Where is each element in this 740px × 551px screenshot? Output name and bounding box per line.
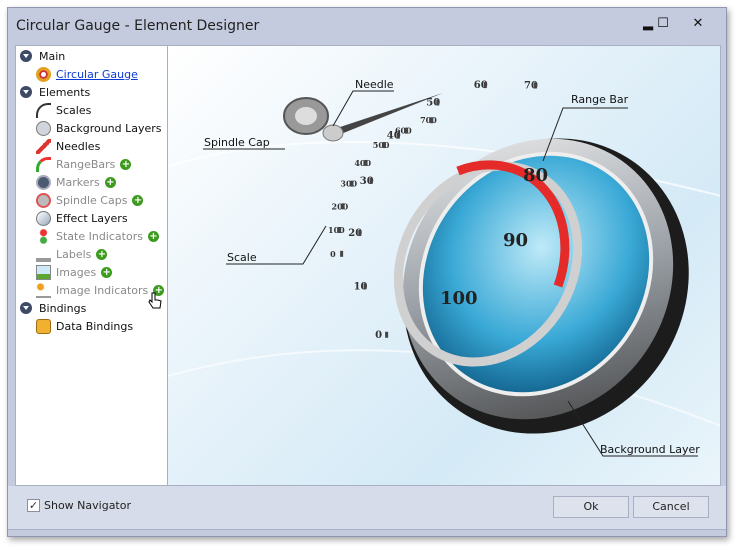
element-navigator: Main Circular Gauge Elements Scales Backg… — [15, 45, 168, 486]
callout-needle: Needle — [355, 78, 394, 91]
add-icon[interactable]: + — [104, 176, 116, 188]
back-scale-label: 500 — [373, 140, 390, 150]
circular-gauge-icon — [36, 66, 51, 82]
nav-item-label: Scales — [56, 103, 92, 117]
maximize-button[interactable]: ☐ — [651, 16, 675, 34]
background-layers-icon — [36, 120, 51, 136]
nav-item-background-layers[interactable]: Background Layers — [36, 119, 162, 137]
nav-item-label: RangeBars — [56, 157, 116, 171]
scale-tick — [340, 250, 344, 257]
effect-layers-icon — [36, 210, 51, 226]
nav-item-label: Background Layers — [56, 121, 162, 135]
scale-tick — [338, 227, 342, 234]
nav-item-image-indicators[interactable]: Image Indicators + — [36, 281, 165, 299]
scale-tick — [364, 159, 368, 166]
footer-bar: ✓ Show Navigator Ok Cancel — [8, 486, 726, 530]
scale-tick — [436, 99, 440, 106]
scale-tick — [385, 331, 389, 338]
back-scale-label: 400 — [354, 158, 371, 168]
back-scale-label: 100 — [328, 225, 345, 235]
spindle-cap — [283, 97, 344, 142]
markers-icon — [36, 174, 51, 190]
back-scale-label: 300 — [340, 179, 357, 189]
callout-scale: Scale — [227, 251, 257, 264]
add-icon[interactable]: + — [120, 158, 132, 170]
nav-item-label[interactable]: Circular Gauge — [56, 68, 138, 81]
ok-button[interactable]: Ok — [553, 496, 629, 518]
nav-item-label: Needles — [56, 139, 101, 153]
window-title: Circular Gauge - Element Designer — [16, 18, 260, 34]
nav-item-scales[interactable]: Scales — [36, 101, 91, 119]
nav-item-label: Images — [56, 265, 97, 279]
scale-tick — [534, 82, 538, 89]
nav-item-images[interactable]: Images + — [36, 263, 113, 281]
scale-tick — [369, 177, 373, 184]
element-designer-window: Circular Gauge - Element Designer ▂ ☐ ✕ … — [7, 7, 727, 537]
gauge-preview: 0 10 20 30 40 50 60 70 80 90 100 0 100 200 300 400 500 60… — [168, 45, 721, 486]
back-scale-label: 600 — [395, 126, 412, 136]
rangebars-icon — [36, 156, 51, 172]
group-label: Elements — [39, 85, 91, 99]
collapse-icon — [20, 50, 32, 62]
nav-item-state-indicators[interactable]: State Indicators + — [36, 227, 159, 245]
scales-icon — [36, 102, 51, 118]
nav-item-spindle-caps[interactable]: Spindle Caps + — [36, 191, 144, 209]
nav-item-rangebars[interactable]: RangeBars + — [36, 155, 132, 173]
scale-tick — [404, 127, 408, 134]
callout-spindle-cap: Spindle Cap — [204, 136, 270, 149]
back-scale-label: 0 — [330, 249, 336, 259]
state-indicators-icon — [36, 228, 51, 244]
nav-item-label: Spindle Caps — [56, 193, 128, 207]
show-navigator-checkbox[interactable]: ✓ — [27, 499, 40, 512]
nav-item-needles[interactable]: Needles — [36, 137, 100, 155]
scale-tick — [382, 142, 386, 149]
add-icon[interactable]: + — [147, 230, 159, 242]
add-icon[interactable]: + — [96, 248, 108, 260]
cancel-button[interactable]: Cancel — [633, 496, 709, 518]
group-bindings[interactable]: Bindings — [20, 299, 86, 317]
nav-item-label: Image Indicators — [56, 283, 149, 297]
scale-tick — [483, 82, 487, 89]
callout-range-bar: Range Bar — [571, 93, 629, 106]
scale-tick — [430, 117, 434, 124]
nav-item-label: Effect Layers — [56, 211, 128, 225]
callout-background-layer: Background Layer — [600, 443, 700, 456]
group-label: Main — [39, 49, 66, 63]
image-indicators-icon — [36, 282, 51, 298]
data-bindings-icon — [36, 318, 51, 334]
add-icon[interactable]: + — [101, 266, 113, 278]
scale-label: 0 — [375, 330, 382, 341]
nav-item-circular-gauge[interactable]: Circular Gauge — [36, 65, 138, 83]
collapse-icon — [20, 86, 32, 98]
scale-label: 100 — [440, 288, 478, 309]
nav-item-label: State Indicators — [56, 229, 143, 243]
nav-item-label: Markers — [56, 175, 100, 189]
scale-tick — [358, 230, 362, 237]
scale-label: 90 — [503, 230, 528, 251]
scale-tick — [350, 180, 354, 187]
needles-icon — [36, 138, 51, 154]
nav-item-effect-layers[interactable]: Effect Layers — [36, 209, 128, 227]
group-label: Bindings — [39, 301, 87, 315]
nav-item-markers[interactable]: Markers + — [36, 173, 116, 191]
nav-item-data-bindings[interactable]: Data Bindings — [36, 317, 133, 335]
nav-item-labels[interactable]: Labels + — [36, 245, 108, 263]
add-icon[interactable]: + — [132, 194, 144, 206]
scale-tick — [363, 283, 367, 290]
labels-icon — [36, 247, 51, 262]
scale-label: 80 — [523, 165, 548, 186]
show-navigator-label[interactable]: Show Navigator — [44, 499, 131, 512]
nav-item-label: Labels — [56, 247, 92, 261]
images-icon — [36, 264, 51, 280]
back-scale-label: 700 — [420, 115, 437, 125]
group-main[interactable]: Main — [20, 47, 65, 65]
back-scale-label: 200 — [332, 201, 349, 211]
collapse-icon — [20, 302, 32, 314]
close-button[interactable]: ✕ — [686, 16, 710, 34]
scale-tick — [341, 203, 345, 210]
group-elements[interactable]: Elements — [20, 83, 90, 101]
hand-cursor-icon — [148, 292, 162, 309]
spindle-caps-icon — [36, 192, 51, 208]
nav-item-label: Data Bindings — [56, 319, 134, 333]
